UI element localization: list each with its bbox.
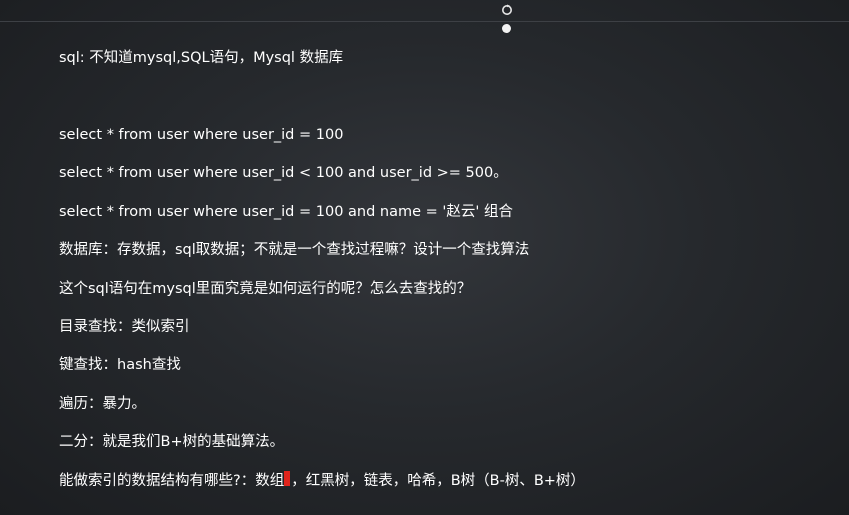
text-line-5: 数据库：存数据，sql取数据；不就是一个查找过程嘛？设计一个查找算法: [59, 242, 530, 258]
text-line-2: select * from user where user_id = 100: [59, 127, 344, 143]
text-line-9: 遍历：暴力。: [59, 396, 146, 412]
text-line-4: select * from user where user_id = 100 a…: [59, 204, 514, 220]
text-line-11-end: ，红黑树，链表，哈希，B树（B-树、B+树）: [291, 473, 585, 489]
text-line-11-start: 能做索引的数据结构有哪些?：数组: [59, 473, 285, 489]
text-line-3: select * from user where user_id < 100 a…: [59, 165, 508, 181]
text-line-7: 目录查找：类似索引: [59, 319, 190, 335]
document-body: sql: 不知道mysql,SQL语句，Mysql 数据库 select * f…: [59, 0, 839, 515]
text-line-10: 二分：就是我们B+树的基础算法。: [59, 434, 285, 450]
text-line-11: 能做索引的数据结构有哪些?：数组 ，红黑树，链表，哈希，B树（B-树、B+树）: [59, 471, 585, 491]
text-cursor-icon: [284, 471, 291, 486]
text-line-6: 这个sql语句在mysql里面究竟是如何运行的呢？怎么去查找的？: [59, 281, 472, 297]
text-line-8: 键查找：hash查找: [59, 357, 181, 373]
text-line-1: sql: 不知道mysql,SQL语句，Mysql 数据库: [59, 50, 344, 66]
